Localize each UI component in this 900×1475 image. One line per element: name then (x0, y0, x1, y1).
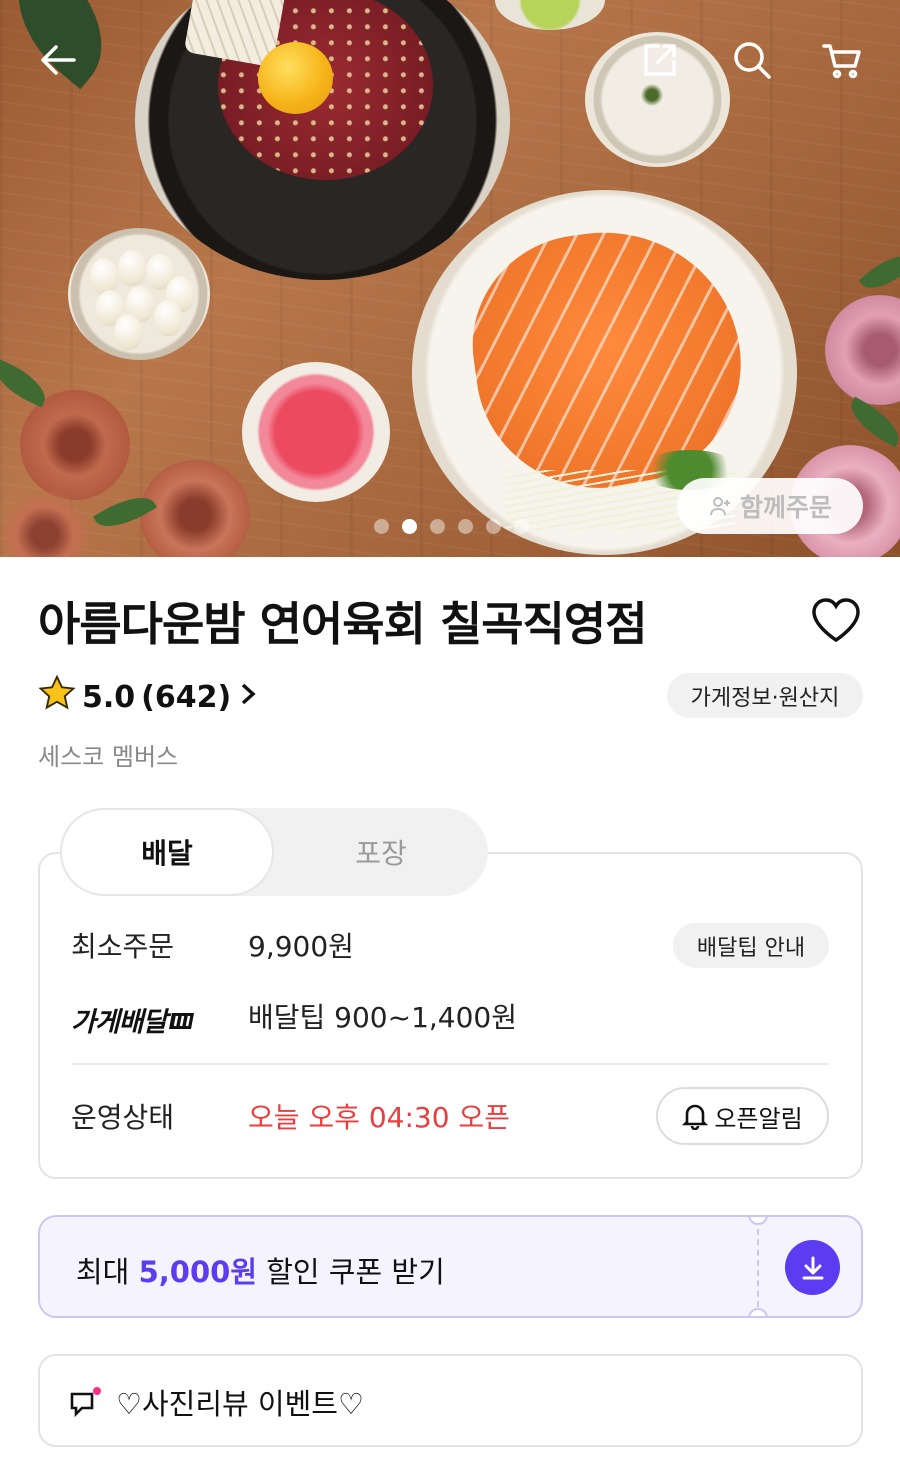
store-name: 아름다운밤 연어육회 칠곡직영점 (38, 597, 648, 651)
carousel-indicator (374, 519, 529, 534)
store-info-button[interactable]: 가게정보·원산지 (667, 673, 863, 718)
store-delivery-label: 가게배달 (71, 1007, 167, 1038)
membership-label: 세스코 멤버스 (38, 743, 179, 771)
back-button[interactable] (28, 30, 88, 90)
bell-icon (682, 1104, 709, 1130)
download-icon (802, 1256, 823, 1279)
carousel-dot (514, 519, 529, 534)
flower (825, 295, 900, 405)
delivery-tip-value: 배달팁 900~1,400원 (248, 1001, 518, 1034)
min-order-label: 최소주문 (71, 930, 175, 963)
delivery-tip-info-button[interactable]: 배달팁 안내 (673, 923, 829, 968)
garlic-bowl (68, 228, 210, 360)
carousel-dot (374, 519, 389, 534)
min-order-value: 9,900원 (248, 930, 354, 963)
leaf-decoration (858, 245, 900, 299)
heart-icon (812, 598, 860, 643)
open-alarm-label: 오픈알림 (714, 1104, 803, 1133)
coupon-perforation (757, 1229, 759, 1307)
flower (140, 460, 250, 557)
delivery-bike-icon (169, 1012, 195, 1029)
coupon-text: 최대 5,000원 할인 쿠폰 받기 (76, 1249, 445, 1291)
coupon-banner[interactable]: 최대 5,000원 할인 쿠폰 받기 (38, 1215, 863, 1318)
divider (71, 1063, 829, 1065)
group-order-button[interactable]: 함께주문 (677, 478, 863, 534)
chevron-right-icon (237, 680, 259, 715)
favorite-button[interactable] (810, 596, 862, 644)
coupon-prefix: 최대 (76, 1255, 139, 1289)
leaf-decoration (0, 358, 53, 408)
egg-yolk (258, 42, 333, 114)
tab-pickup[interactable]: 포장 (274, 808, 488, 896)
flower (0, 490, 90, 557)
order-type-tabs: 배달 포장 (60, 808, 488, 896)
carousel-dot (402, 519, 417, 534)
rating-value: 5.0 (82, 679, 136, 715)
wasabi-bowl (495, 0, 605, 30)
carousel-dot (486, 519, 501, 534)
coupon-suffix: 할인 쿠폰 받기 (257, 1255, 445, 1289)
event-label: ♡사진리뷰 이벤트♡ (116, 1387, 364, 1421)
ginger-bowl (242, 362, 390, 502)
cart-icon (822, 44, 861, 79)
coupon-notch (748, 1217, 768, 1225)
coupon-download-button[interactable] (785, 1240, 840, 1295)
share-button[interactable] (630, 30, 690, 90)
open-time: 오늘 오후 04:30 오픈 (248, 1101, 510, 1134)
flower (20, 390, 130, 500)
add-person-icon (709, 497, 730, 516)
tab-delivery[interactable]: 배달 (60, 808, 274, 896)
search-button[interactable] (722, 30, 782, 90)
star-icon (38, 674, 76, 720)
rating-link[interactable]: 5.0 (642) (38, 674, 259, 720)
share-external-icon (644, 44, 676, 76)
search-icon (734, 42, 771, 79)
coupon-notch (748, 1308, 768, 1316)
arrow-left-icon (41, 45, 76, 75)
carousel-dot (458, 519, 473, 534)
announcement-icon (68, 1384, 104, 1420)
open-alarm-button[interactable]: 오픈알림 (656, 1087, 829, 1145)
group-order-label: 함께주문 (739, 493, 832, 522)
carousel-dot (430, 519, 445, 534)
store-hero-image[interactable]: 함께주문 (0, 0, 900, 557)
review-count: (642) (141, 679, 232, 715)
store-delivery-brand: 가게배달 (71, 1000, 198, 1039)
status-label: 운영상태 (71, 1101, 175, 1134)
coupon-amount: 5,000원 (138, 1255, 258, 1289)
event-banner[interactable]: ♡사진리뷰 이벤트♡ (38, 1354, 863, 1447)
cart-button[interactable] (812, 30, 872, 90)
